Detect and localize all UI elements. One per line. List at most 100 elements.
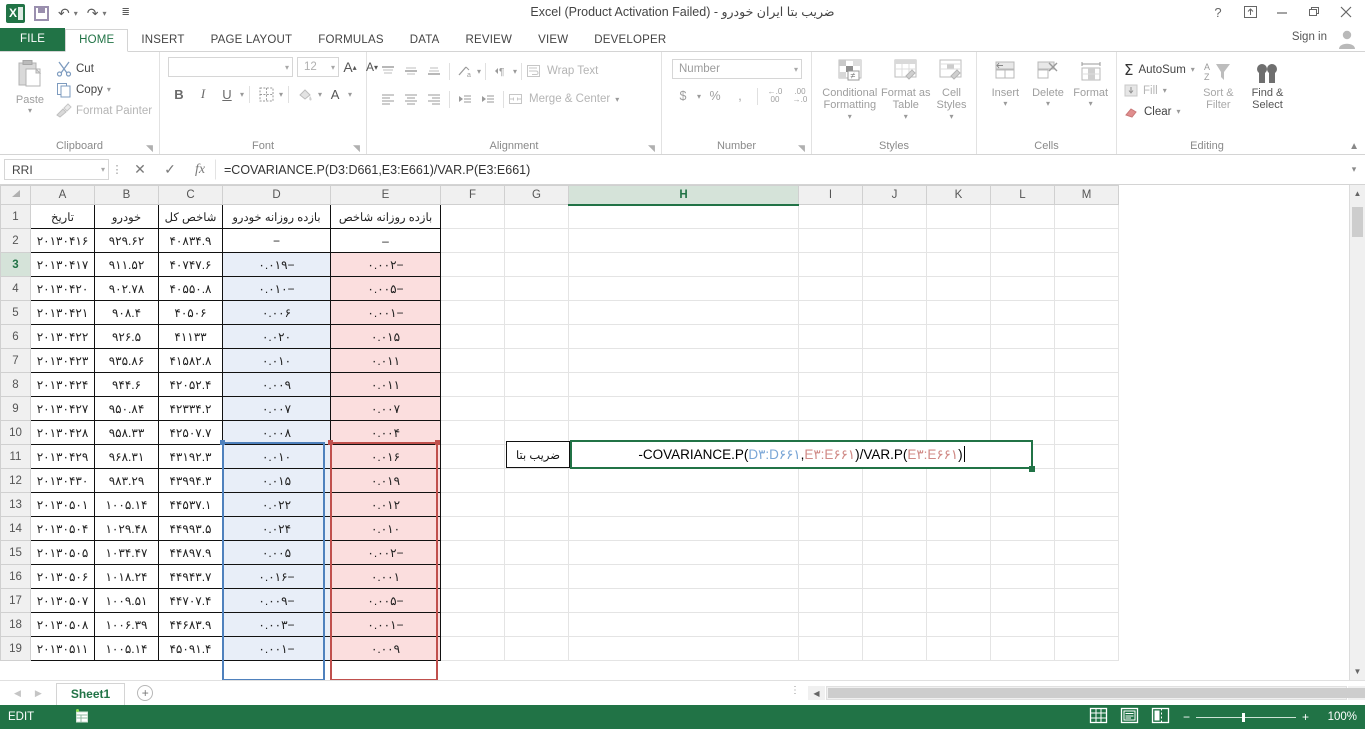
row-header-15[interactable]: 15 <box>0 540 31 565</box>
cell-E6[interactable]: ۰.۰۱۵ <box>330 324 441 349</box>
column-header-A[interactable]: A <box>30 185 95 205</box>
row-header-10[interactable]: 10 <box>0 420 31 445</box>
cell-empty[interactable] <box>568 612 799 637</box>
delete-cells-button[interactable]: Delete ▾ <box>1027 56 1070 108</box>
wrap-text-button[interactable]: Wrap Text <box>526 61 598 82</box>
cell-C15[interactable]: ۴۴۸۹۷.۹ <box>158 540 223 565</box>
cell-A19[interactable]: ۲۰۱۳۰۵۱۱ <box>30 636 95 661</box>
cell-E7[interactable]: ۰.۰۱۱ <box>330 348 441 373</box>
column-header-E[interactable]: E <box>330 185 441 205</box>
cell-empty[interactable] <box>926 540 991 565</box>
format-as-table-dropdown-icon[interactable]: ▾ <box>904 111 908 123</box>
row-header-12[interactable]: 12 <box>0 468 31 493</box>
cell-empty[interactable] <box>862 492 927 517</box>
sort-filter-button[interactable]: AZ Sort & Filter <box>1195 56 1242 111</box>
cell-empty[interactable] <box>1054 372 1119 397</box>
cell-empty[interactable] <box>1054 228 1119 253</box>
cell-A16[interactable]: ۲۰۱۳۰۵۰۶ <box>30 564 95 589</box>
tab-formulas[interactable]: FORMULAS <box>305 30 397 51</box>
fill-color-dropdown-icon[interactable]: ▾ <box>318 90 322 99</box>
cell-empty[interactable] <box>926 636 991 661</box>
cell-D1[interactable]: بازده روزانه خودرو <box>222 204 331 229</box>
cell-empty[interactable] <box>990 252 1055 277</box>
cell-empty[interactable] <box>504 228 569 253</box>
cell-empty[interactable] <box>798 228 863 253</box>
cell-empty[interactable] <box>568 516 799 541</box>
cell-empty[interactable] <box>440 204 505 229</box>
cell-C11[interactable]: ۴۳۱۹۲.۳ <box>158 444 223 469</box>
cell-empty[interactable] <box>440 564 505 589</box>
cell-D6[interactable]: ۰.۰۲۰ <box>222 324 331 349</box>
tab-developer[interactable]: DEVELOPER <box>581 30 679 51</box>
zoom-handle[interactable] <box>1241 712 1245 722</box>
font-color-dropdown-icon[interactable]: ▾ <box>348 90 352 99</box>
cell-E1[interactable]: بازده روزانه شاخص <box>330 204 441 229</box>
cell-D5[interactable]: ۰.۰۰۶ <box>222 300 331 325</box>
cell-E15[interactable]: −۰.۰۰۲ <box>330 540 441 565</box>
cell-empty[interactable] <box>926 348 991 373</box>
zoom-level-label[interactable]: 100% <box>1323 711 1357 723</box>
expand-formula-bar-icon[interactable]: ▾ <box>1347 164 1361 175</box>
cell-E3[interactable]: −۰.۰۰۲ <box>330 252 441 277</box>
collapse-ribbon-icon[interactable]: ▲ <box>1349 141 1359 152</box>
cell-empty[interactable] <box>1054 348 1119 373</box>
row-header-18[interactable]: 18 <box>0 612 31 637</box>
format-cells-dropdown-icon[interactable]: ▾ <box>1089 99 1093 108</box>
cell-C13[interactable]: ۴۴۵۳۷.۱ <box>158 492 223 517</box>
cell-empty[interactable] <box>1054 516 1119 541</box>
format-as-table-button[interactable]: Format as Table ▾ <box>881 56 931 123</box>
cell-empty[interactable] <box>862 204 927 229</box>
next-sheet-icon[interactable]: ▶ <box>35 688 42 699</box>
cell-empty[interactable] <box>568 324 799 349</box>
increase-decimal-icon[interactable]: ←.0 00 <box>764 86 786 107</box>
decrease-decimal-icon[interactable]: .00 →.0 <box>789 86 811 107</box>
name-box[interactable]: RRI ▾ <box>4 159 109 180</box>
cell-empty[interactable] <box>440 348 505 373</box>
cell-empty[interactable] <box>990 540 1055 565</box>
column-header-J[interactable]: J <box>862 185 927 205</box>
cell-empty[interactable] <box>1054 636 1119 661</box>
find-select-button[interactable]: Find & Select <box>1242 56 1293 111</box>
cell-empty[interactable] <box>440 252 505 277</box>
cell-empty[interactable] <box>862 516 927 541</box>
avatar[interactable] <box>1335 28 1359 50</box>
orientation-icon[interactable]: a <box>454 61 476 82</box>
cell-C14[interactable]: ۴۴۹۹۳.۵ <box>158 516 223 541</box>
cell-C5[interactable]: ۴۰۵۰۶ <box>158 300 223 325</box>
cell-empty[interactable] <box>440 228 505 253</box>
row-header-5[interactable]: 5 <box>0 300 31 325</box>
cell-E2[interactable]: ‒ <box>330 228 441 253</box>
cell-E18[interactable]: −۰.۰۰۱ <box>330 612 441 637</box>
align-center-icon[interactable] <box>400 89 422 110</box>
tab-view[interactable]: VIEW <box>525 30 581 51</box>
cell-E17[interactable]: −۰.۰۰۵ <box>330 588 441 613</box>
align-middle-icon[interactable] <box>400 61 422 82</box>
horizontal-scrollbar[interactable]: ◀ ▶ <box>808 684 1365 702</box>
copy-dropdown-icon[interactable]: ▾ <box>107 85 111 94</box>
cell-A13[interactable]: ۲۰۱۳۰۵۰۱ <box>30 492 95 517</box>
cell-D7[interactable]: ۰.۰۱۰ <box>222 348 331 373</box>
cell-empty[interactable] <box>862 300 927 325</box>
merge-center-button[interactable]: Merge & Center ▾ <box>508 89 619 110</box>
scroll-up-icon[interactable]: ▲ <box>1350 185 1365 202</box>
cell-B9[interactable]: ۹۵۰.۸۴ <box>94 396 159 421</box>
ribbon-display-options-icon[interactable] <box>1235 2 1265 22</box>
cell-D17[interactable]: −۰.۰۰۹ <box>222 588 331 613</box>
cell-B5[interactable]: ۹۰۸.۴ <box>94 300 159 325</box>
cell-empty[interactable] <box>504 276 569 301</box>
tab-page-layout[interactable]: PAGE LAYOUT <box>198 30 306 51</box>
cell-empty[interactable] <box>798 348 863 373</box>
cell-empty[interactable] <box>504 324 569 349</box>
delete-cells-dropdown-icon[interactable]: ▾ <box>1046 99 1050 108</box>
percent-format-icon[interactable]: % <box>704 86 726 107</box>
cell-A15[interactable]: ۲۰۱۳۰۵۰۵ <box>30 540 95 565</box>
range-handle-d-topleft[interactable] <box>220 440 225 445</box>
cell-empty[interactable] <box>798 636 863 661</box>
cell-empty[interactable] <box>440 300 505 325</box>
column-header-C[interactable]: C <box>158 185 223 205</box>
cell-empty[interactable] <box>926 492 991 517</box>
cell-empty[interactable] <box>440 396 505 421</box>
cell-B12[interactable]: ۹۸۳.۲۹ <box>94 468 159 493</box>
row-header-8[interactable]: 8 <box>0 372 31 397</box>
paste-button[interactable]: Paste ▾ <box>4 56 56 115</box>
